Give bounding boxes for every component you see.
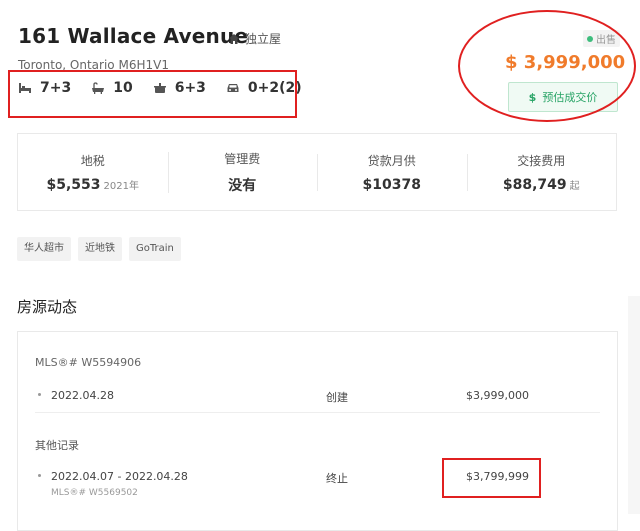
- house-type: 独立屋: [228, 30, 281, 47]
- history-divider: [35, 412, 600, 413]
- tag-near-subway: 近地铁: [78, 237, 122, 261]
- other-history-mls[interactable]: MLS®# W5569502: [51, 488, 138, 498]
- fee-property-tax: 地税 $5,553 2021年: [18, 152, 168, 193]
- house-icon: [229, 33, 239, 44]
- fee-closing-cost[interactable]: 交接费用 $88,749 起: [466, 152, 617, 193]
- history-price: $3,999,000: [466, 389, 529, 402]
- fee-amount: $10378: [362, 176, 421, 193]
- history-date: 2022.04.28: [51, 389, 114, 402]
- tag-chinese-supermarket: 华人超市: [17, 237, 71, 261]
- fee-label: 管理费: [224, 151, 261, 166]
- fee-label: 交接费用: [517, 153, 566, 168]
- house-type-label: 独立屋: [245, 32, 282, 46]
- fee-value: $5,553 2021年: [18, 177, 168, 193]
- mls-number: MLS®# W5594906: [35, 356, 142, 369]
- other-history-date: 2022.04.07 - 2022.04.28: [51, 470, 188, 483]
- bullet-dot: [38, 474, 41, 477]
- fee-value: 没有: [168, 175, 318, 195]
- bullet-dot: [38, 393, 41, 396]
- section-title-history: 房源动态: [17, 298, 78, 316]
- fee-management: 管理费 没有: [167, 150, 318, 195]
- fee-suffix: 2021年: [103, 180, 139, 192]
- fee-amount: $88,749: [502, 176, 567, 193]
- fee-value: $10378: [317, 177, 467, 193]
- fee-amount: $5,553: [46, 176, 101, 193]
- fee-suffix: 起: [569, 180, 580, 192]
- feature-tags: 华人超市 近地铁 GoTrain: [17, 237, 181, 261]
- scrollbar-track[interactable]: [628, 296, 640, 514]
- other-records-title: 其他记录: [35, 439, 79, 452]
- fee-mortgage[interactable]: 贷款月供 $10378: [317, 152, 467, 193]
- fee-label: 地税: [80, 153, 105, 168]
- tag-gotrain: GoTrain: [129, 237, 181, 261]
- fee-amount: 没有: [228, 177, 257, 194]
- fee-label: 贷款月供: [367, 153, 416, 168]
- price-annotation-box: [442, 458, 541, 498]
- history-event: 创建: [326, 391, 348, 404]
- specs-annotation-box: [8, 70, 297, 118]
- fee-summary-card: 地税 $5,553 2021年 管理费 没有 贷款月供 $10378 交接费用 $…: [17, 133, 617, 211]
- listing-title: 161 Wallace Avenue: [18, 24, 249, 48]
- fee-value: $88,749 起: [467, 177, 617, 193]
- price-annotation-circle: [458, 10, 636, 122]
- other-history-event: 终止: [326, 472, 348, 485]
